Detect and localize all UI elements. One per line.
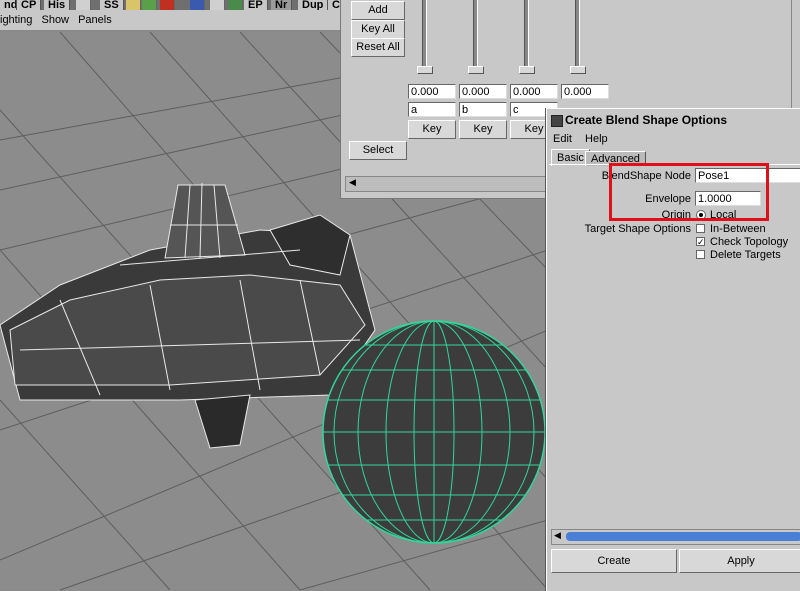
target-name-b[interactable]: b bbox=[459, 102, 507, 117]
weight-field-b[interactable]: 0.000 bbox=[459, 84, 507, 99]
check-topology-text: Check Topology bbox=[710, 236, 789, 248]
scroll-thumb[interactable] bbox=[566, 532, 800, 541]
delete-targets-text: Delete Targets bbox=[710, 249, 781, 261]
dialog-title-bar[interactable]: Create Blend Shape Options bbox=[547, 109, 800, 131]
reset-all-button[interactable]: Reset All bbox=[351, 38, 405, 57]
in-between-text: In-Between bbox=[710, 223, 766, 235]
check-topology-checkbox[interactable]: ✓ bbox=[696, 237, 705, 247]
sphere-object[interactable] bbox=[320, 320, 548, 544]
delete-targets-checkbox[interactable] bbox=[696, 250, 705, 259]
menu-help[interactable]: Help bbox=[585, 133, 608, 145]
shelf-tab-dup[interactable]: Dup bbox=[298, 0, 329, 10]
slider-thumb-a[interactable] bbox=[417, 66, 433, 74]
key-all-button[interactable]: Key All bbox=[351, 20, 405, 39]
key-button-b[interactable]: Key bbox=[459, 120, 507, 139]
slider-track-c[interactable] bbox=[524, 0, 529, 66]
menu-edit[interactable]: Edit bbox=[553, 133, 572, 145]
curve-icon[interactable] bbox=[76, 0, 91, 10]
deform-icon[interactable] bbox=[160, 0, 175, 10]
shelf-tab-nd[interactable]: nd bbox=[0, 0, 17, 10]
scroll-left-icon[interactable]: ◀ bbox=[554, 530, 561, 541]
maya-icon bbox=[551, 115, 563, 127]
dialog-title: Create Blend Shape Options bbox=[565, 113, 728, 127]
slider-track-d[interactable] bbox=[575, 0, 580, 66]
dialog-h-scrollbar[interactable]: ◀ bbox=[551, 529, 800, 545]
create-button[interactable]: Create bbox=[551, 549, 677, 573]
in-between-checkbox[interactable] bbox=[696, 224, 705, 233]
slider-track-b[interactable] bbox=[473, 0, 478, 66]
menu-lighting[interactable]: ighting bbox=[0, 14, 38, 26]
slider-thumb-d[interactable] bbox=[570, 66, 586, 74]
slider-thumb-c[interactable] bbox=[519, 66, 535, 74]
editor-h-scrollbar[interactable]: ◀ bbox=[345, 176, 547, 192]
dialog-menu-bar: Edit Help bbox=[547, 131, 800, 147]
select-icon[interactable] bbox=[210, 0, 225, 10]
slider-track-a[interactable] bbox=[422, 0, 427, 66]
viewport-menu-bar: ighting Show Panels bbox=[0, 10, 340, 30]
shelf-tab-ep[interactable]: EP bbox=[244, 0, 268, 10]
shelf-tab-his[interactable]: His bbox=[44, 0, 71, 10]
slider-thumb-b[interactable] bbox=[468, 66, 484, 74]
select-button[interactable]: Select bbox=[349, 141, 407, 160]
target-shape-options-label: Target Shape Options bbox=[584, 223, 691, 235]
key-button-a[interactable]: Key bbox=[408, 120, 456, 139]
scroll-left-icon[interactable]: ◀ bbox=[349, 177, 356, 188]
paint-icon[interactable] bbox=[142, 0, 157, 10]
add-button[interactable]: Add bbox=[351, 1, 405, 20]
weight-field-a[interactable]: 0.000 bbox=[408, 84, 456, 99]
shader-icon[interactable] bbox=[126, 0, 141, 10]
menu-panels[interactable]: Panels bbox=[78, 14, 118, 26]
weight-field-d[interactable]: 0.000 bbox=[561, 84, 609, 99]
apply-button[interactable]: Apply bbox=[679, 549, 800, 573]
shelf-tab-ss[interactable]: SS bbox=[100, 0, 124, 10]
menu-show[interactable]: Show bbox=[41, 14, 75, 26]
target-name-a[interactable]: a bbox=[408, 102, 456, 117]
shelf-tab-cp[interactable]: CP bbox=[17, 0, 42, 10]
tool-icon[interactable] bbox=[190, 0, 205, 10]
shelf-tab-nr[interactable]: Nr bbox=[271, 0, 293, 10]
annotation-highlight-box bbox=[609, 163, 769, 221]
move-icon[interactable] bbox=[228, 0, 243, 10]
weight-field-c[interactable]: 0.000 bbox=[510, 84, 558, 99]
